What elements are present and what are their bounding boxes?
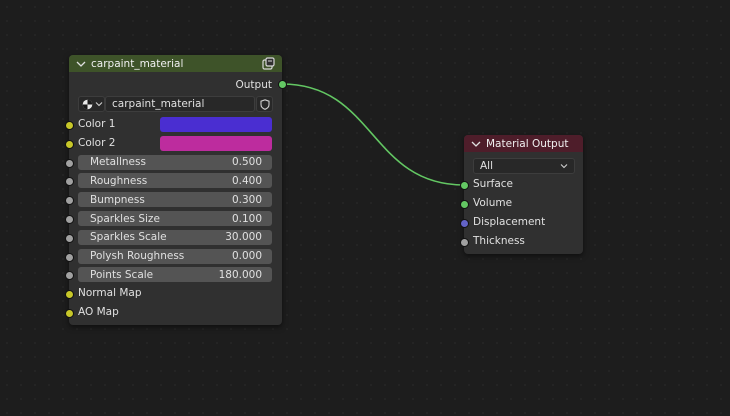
output-node-socket-displacement[interactable] [460,219,469,228]
input-label: Points Scale [90,268,154,281]
material-sphere-icon [82,99,93,109]
output-node-input-label: Volume [473,197,513,209]
input-socket-normal-map[interactable] [65,290,74,300]
input-socket-roughness[interactable] [65,177,74,187]
output-node-input-label: Surface [473,178,514,190]
material-name-field[interactable]: carpaint_material [105,96,255,112]
input-field-points-scale[interactable]: Points Scale 180.000 [78,267,272,283]
input-socket-polysh-roughness[interactable] [65,252,74,262]
output-node-input-label: Thickness [473,235,525,247]
input-socket-metallness[interactable] [65,158,74,168]
input-label: Color 2 [78,136,116,149]
input-value: 30.000 [225,231,262,244]
input-label: AO Map [78,306,119,318]
material-output-node[interactable]: Material Output All Surface Volume Displac… [460,135,583,254]
input-label: Bumpness [90,193,145,206]
target-value: All [480,160,494,172]
output-label: Output [235,79,272,91]
input-field-sparkles-scale[interactable]: Sparkles Scale 30.000 [78,229,272,245]
input-socket-bumpness[interactable] [65,196,74,206]
color-swatch-color-2[interactable] [160,135,272,151]
input-label: Sparkles Size [90,212,160,225]
group-node[interactable]: carpaint_material Output carpaint_materi… [65,55,282,325]
input-socket-color-1[interactable] [65,121,74,130]
input-label: Polysh Roughness [90,250,185,263]
chevron-down-icon[interactable] [75,58,87,70]
input-label: Roughness [90,174,148,187]
input-field-sparkles-size[interactable]: Sparkles Size 0.100 [78,211,272,226]
target-dropdown[interactable]: All [473,158,575,174]
input-socket-sparkles-size[interactable] [65,215,74,224]
material-output-header[interactable]: Material Output [464,135,583,152]
group-node-header[interactable]: carpaint_material [69,55,282,72]
material-name: carpaint_material [112,98,205,110]
group-node-title: carpaint_material [91,57,184,70]
input-socket-ao-map[interactable] [65,309,74,318]
input-value: 0.500 [231,156,262,169]
input-field-bumpness[interactable]: Bumpness 0.300 [78,192,272,208]
node-group-icon[interactable] [262,57,275,70]
input-field-roughness[interactable]: Roughness 0.400 [78,173,272,189]
output-node-socket-volume[interactable] [460,200,469,209]
fake-user-button[interactable] [256,96,273,112]
output-node-input-label: Displacement [473,216,546,228]
color-swatch-color-1[interactable] [160,117,272,132]
material-browse-button[interactable] [78,96,105,112]
output-node-socket-thickness[interactable] [460,238,469,247]
input-socket-sparkles-scale[interactable] [65,233,74,243]
input-label: Color 1 [78,118,116,130]
input-value: 0.300 [231,193,262,206]
shield-icon [259,98,270,110]
input-value: 0.000 [231,250,262,263]
input-socket-color-2[interactable] [65,139,74,149]
material-selector[interactable]: carpaint_material [78,96,273,112]
output-node-socket-surface[interactable] [460,181,469,190]
output-row: Output [69,76,282,94]
material-output-title: Material Output [486,137,569,150]
input-value: 0.400 [231,174,262,187]
input-label: Metallness [90,156,146,169]
input-label: Normal Map [78,287,142,300]
chevron-down-icon[interactable] [470,138,482,150]
input-socket-points-scale[interactable] [65,271,74,281]
input-field-metallness[interactable]: Metallness 0.500 [78,154,272,170]
chevron-down-icon [560,164,568,169]
input-label: Sparkles Scale [90,231,167,244]
output-socket[interactable] [278,80,287,89]
chevron-down-icon [95,102,103,107]
input-value: 180.000 [218,268,262,281]
input-field-polysh-roughness[interactable]: Polysh Roughness 0.000 [78,248,272,264]
input-value: 0.100 [231,212,262,225]
